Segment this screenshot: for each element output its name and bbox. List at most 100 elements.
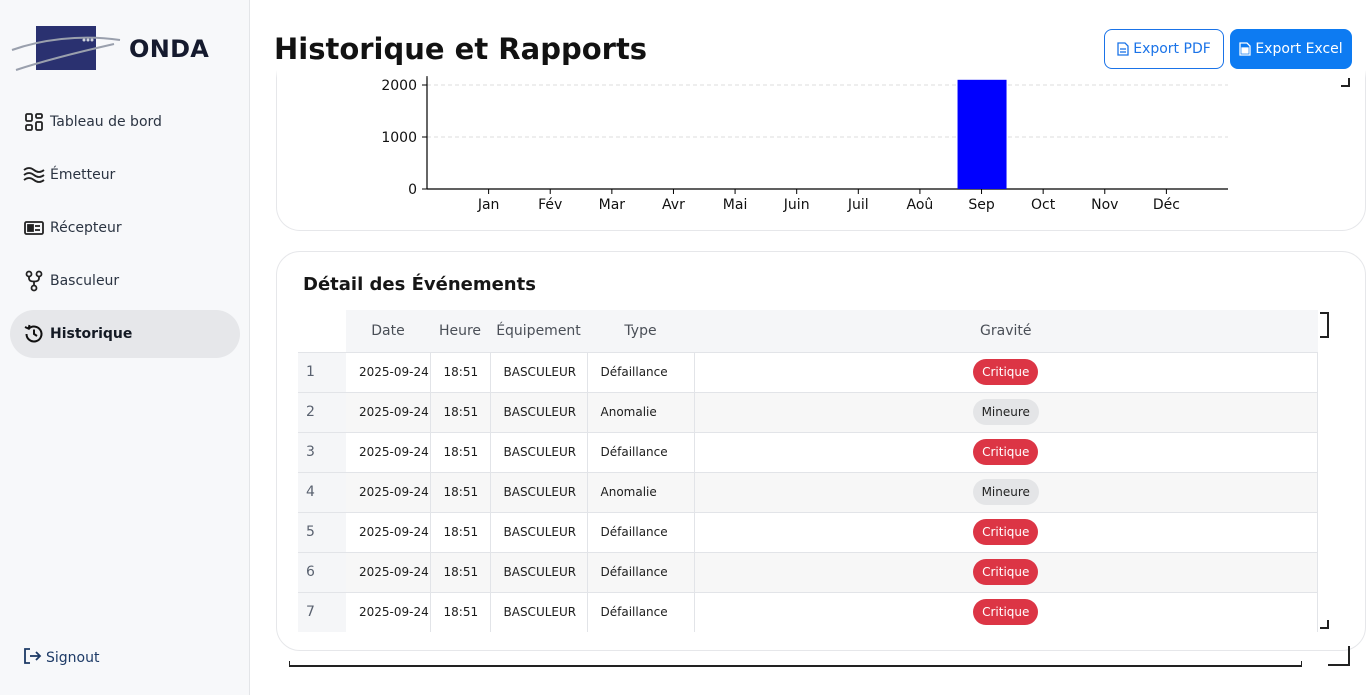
table-row[interactable]: 7 2025-09-24 18:51 BASCULEUR Défaillance Crit…	[298, 591, 1318, 632]
cell-gravite: Mineure	[694, 471, 1318, 512]
page-resize-handle[interactable]	[1328, 646, 1350, 666]
cell-heure: 18:51	[430, 351, 491, 392]
fork-icon	[23, 270, 45, 292]
x-tick-label: Juin	[783, 197, 810, 213]
column-header-date[interactable]: Date	[346, 310, 430, 352]
export-excel-button[interactable]: Export Excel	[1230, 29, 1352, 69]
cell-heure: 18:51	[430, 591, 491, 632]
sidebar-item-recepteur[interactable]: Récepteur	[10, 204, 240, 252]
table-row[interactable]: 4 2025-09-24 18:51 BASCULEUR Anomalie Mineure	[298, 471, 1318, 512]
x-tick-label: Mar	[599, 197, 626, 213]
chart-resize-handle[interactable]	[1341, 78, 1350, 87]
y-tick-label: 0	[408, 182, 417, 198]
cell-gravite: Mineure	[694, 391, 1318, 432]
cell-date: 2025-09-24	[346, 591, 431, 632]
brand[interactable]: ONDA	[10, 24, 240, 76]
sidebar-item-label: Récepteur	[50, 220, 122, 236]
cell-equipement: BASCULEUR	[490, 551, 588, 592]
severity-badge: Critique	[973, 599, 1039, 626]
cell-date: 2025-09-24	[346, 471, 431, 512]
sidebar-item-historique[interactable]: Historique	[10, 310, 240, 358]
severity-badge: Mineure	[972, 399, 1039, 425]
cell-heure: 18:51	[430, 551, 491, 592]
export-excel-label: Export Excel	[1255, 41, 1343, 57]
sidebar-item-emetteur[interactable]: Émetteur	[10, 151, 240, 199]
sidebar-item-tableau-de-bord[interactable]: Tableau de bord	[10, 98, 240, 146]
cell-equipement: BASCULEUR	[490, 391, 588, 432]
cell-type: Défaillance	[587, 351, 695, 392]
events-title: Détail des Événements	[303, 274, 536, 295]
row-index: 4	[298, 471, 346, 512]
sidebar-item-basculeur[interactable]: Basculeur	[10, 257, 240, 305]
table-row[interactable]: 5 2025-09-24 18:51 BASCULEUR Défaillance Crit…	[298, 511, 1318, 552]
y-tick-label: 2000	[381, 78, 417, 94]
cell-date: 2025-09-24	[346, 511, 431, 552]
cell-heure: 18:51	[430, 511, 491, 552]
bar-sep	[957, 79, 1007, 189]
table-row[interactable]: 6 2025-09-24 18:51 BASCULEUR Défaillance Crit…	[298, 551, 1318, 592]
cell-gravite: Critique	[694, 551, 1318, 592]
cell-equipement: BASCULEUR	[490, 431, 588, 472]
dashboard-icon	[23, 111, 45, 133]
cell-equipement: BASCULEUR	[490, 471, 588, 512]
cell-date: 2025-09-24	[346, 551, 431, 592]
export-pdf-button[interactable]: Export PDF	[1104, 29, 1224, 69]
receiver-card-icon	[23, 217, 45, 239]
row-index: 3	[298, 431, 346, 472]
x-tick-label: Juil	[847, 197, 869, 213]
file-pdf-icon	[1117, 42, 1129, 56]
sidebar-item-label: Tableau de bord	[50, 114, 162, 130]
column-header-gravite[interactable]: Gravité	[694, 310, 1318, 352]
sidebar-item-label: Émetteur	[50, 167, 116, 183]
cell-type: Défaillance	[587, 511, 695, 552]
cell-type: Défaillance	[587, 431, 695, 472]
table-row[interactable]: 1 2025-09-24 18:51 BASCULEUR Défaillance Crit…	[298, 351, 1318, 392]
cell-equipement: BASCULEUR	[490, 511, 588, 552]
x-tick-label: Déc	[1153, 197, 1180, 213]
severity-badge: Critique	[973, 559, 1039, 585]
waves-icon	[23, 164, 45, 186]
sidebar-nav: Tableau de bord Émetteur Récepteur Bascu…	[10, 98, 240, 363]
table-row[interactable]: 3 2025-09-24 18:51 BASCULEUR Défaillance Crit…	[298, 431, 1318, 472]
x-tick-label: Aoû	[907, 197, 934, 213]
column-header-type[interactable]: Type	[587, 310, 694, 352]
x-tick-label: Oct	[1031, 197, 1056, 213]
cell-heure: 18:51	[430, 471, 491, 512]
column-header-heure[interactable]: Heure	[430, 310, 490, 352]
row-index: 7	[298, 591, 346, 632]
events-table: Date Heure Équipement Type Gravité 1 2025…	[298, 310, 1318, 632]
y-tick-label: 1000	[381, 130, 417, 146]
cell-equipement: BASCULEUR	[490, 591, 588, 632]
cell-type: Défaillance	[587, 551, 695, 592]
sidebar: ONDA Tableau de bord Émetteur Récepteur …	[0, 0, 250, 695]
signout-button[interactable]: Signout	[22, 646, 99, 670]
column-header-equipement[interactable]: Équipement	[490, 310, 587, 352]
cell-heure: 18:51	[430, 391, 491, 432]
severity-badge: Critique	[973, 359, 1039, 385]
export-pdf-label: Export PDF	[1133, 41, 1211, 57]
severity-badge: Critique	[973, 439, 1039, 465]
history-icon	[23, 323, 45, 345]
cell-date: 2025-09-24	[346, 431, 431, 472]
sidebar-item-label: Historique	[50, 326, 133, 342]
cell-type: Anomalie	[587, 471, 695, 512]
cell-date: 2025-09-24	[346, 351, 431, 392]
horizontal-scroll-bracket[interactable]	[289, 661, 1302, 667]
row-index: 5	[298, 511, 346, 552]
x-tick-label: Sep	[968, 197, 995, 213]
row-index: 2	[298, 391, 346, 432]
row-index: 1	[298, 351, 346, 392]
cell-gravite: Critique	[694, 351, 1318, 392]
signout-label: Signout	[46, 650, 100, 666]
cell-date: 2025-09-24	[346, 391, 431, 432]
cell-gravite: Critique	[694, 431, 1318, 472]
events-card: Détail des Événements Date Heure Équipem…	[276, 251, 1366, 651]
vertical-scroll-bracket-bottom[interactable]	[1320, 620, 1329, 629]
vertical-scroll-bracket-top[interactable]	[1320, 312, 1329, 338]
table-row[interactable]: 2 2025-09-24 18:51 BASCULEUR Anomalie Mineure	[298, 391, 1318, 432]
severity-badge: Mineure	[972, 479, 1039, 505]
cell-equipement: BASCULEUR	[490, 351, 588, 392]
cell-heure: 18:51	[430, 431, 491, 472]
cell-type: Anomalie	[587, 391, 695, 432]
x-tick-label: Mai	[723, 197, 748, 213]
